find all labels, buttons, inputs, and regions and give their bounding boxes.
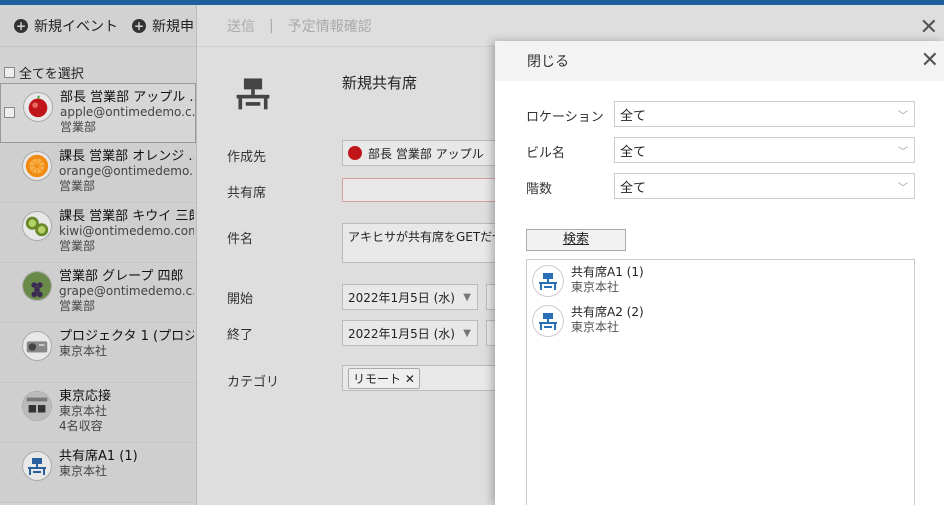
new-request-button[interactable]: + 新規申	[132, 16, 194, 36]
category-field[interactable]: リモート ✕	[342, 365, 502, 391]
item-name: プロジェクタ 1 (プロジ...	[59, 329, 194, 344]
apple-avatar	[348, 146, 362, 160]
seat-label: 共有席	[227, 186, 267, 201]
result-location: 東京本社	[571, 320, 620, 334]
close-link[interactable]: 閉じる	[527, 51, 569, 71]
item-location: 東京本社	[59, 404, 108, 418]
result-name: 共有席A1 (1)	[571, 265, 644, 279]
floor-value: 全て	[620, 180, 647, 196]
creator-label: 作成先	[227, 150, 267, 165]
schedule-check-tab[interactable]: 予定情報確認	[288, 16, 372, 36]
location-select[interactable]: 全て ﹀	[614, 101, 915, 127]
search-results-list: 共有席A1 (1) 東京本社 共有席A2 (2) 東京本社	[526, 259, 915, 505]
result-name: 共有席A2 (2)	[571, 305, 644, 319]
select-all-checkbox[interactable]	[4, 67, 15, 78]
subject-value: アキヒサが共有席をGETだぜ	[348, 230, 502, 244]
item-name: 共有席A1 (1)	[59, 449, 138, 464]
start-date-value: 2022年1月5日 (水)	[348, 290, 455, 305]
chevron-down-icon: ﹀	[898, 146, 908, 158]
list-item[interactable]: 部長 営業部 アップル ... apple@ontimedemo.c... 営業…	[0, 83, 196, 143]
item-name: 課長 営業部 オレンジ ...	[59, 149, 194, 164]
list-item[interactable]: 共有席A1 (1) 東京本社	[0, 443, 200, 503]
category-tag: リモート ✕	[348, 367, 420, 389]
list-item[interactable]: 課長 営業部 キウイ 三郎 kiwi@ontimedemo.com 営業部	[0, 203, 200, 263]
projector-avatar	[22, 331, 52, 361]
plus-icon: +	[132, 18, 146, 33]
item-name: 東京応接	[59, 389, 112, 404]
item-name: 課長 営業部 キウイ 三郎	[59, 209, 194, 224]
desk-icon	[233, 73, 273, 117]
orange-avatar	[22, 151, 52, 181]
apple-avatar	[23, 92, 53, 122]
floor-label: 階数	[526, 182, 553, 197]
close-icon[interactable]: ✕	[920, 15, 938, 40]
item-name: 営業部 グレープ 四郎	[59, 269, 184, 284]
item-capacity: 4名収容	[59, 419, 103, 433]
category-label: カテゴリ	[227, 375, 280, 390]
end-label: 終了	[227, 328, 254, 343]
desk-icon	[532, 305, 564, 337]
list-item[interactable]: プロジェクタ 1 (プロジ... 東京本社	[0, 323, 200, 383]
select-all-row[interactable]: 全てを選択	[0, 47, 200, 83]
creator-value: 部長 営業部 アップル	[368, 146, 484, 161]
list-item[interactable]: 共有席A1 (1) 東京本社	[527, 260, 914, 300]
search-button[interactable]: 検索	[526, 229, 626, 251]
chevron-down-icon: ﹀	[898, 182, 908, 194]
item-email: apple@ontimedemo.c...	[60, 105, 195, 119]
room-avatar	[22, 391, 52, 421]
location-label: ロケーション	[526, 110, 604, 125]
result-location: 東京本社	[571, 280, 620, 294]
list-item[interactable]: 課長 営業部 オレンジ ... orange@ontimedemo... 営業部	[0, 143, 200, 203]
remove-tag-icon[interactable]: ✕	[405, 372, 415, 386]
item-email: orange@ontimedemo...	[59, 164, 194, 178]
kiwi-avatar	[22, 211, 52, 241]
select-all-label: 全てを選択	[19, 67, 84, 82]
creator-field[interactable]: 部長 営業部 アップル	[342, 140, 502, 166]
new-request-label: 新規申	[152, 18, 194, 35]
subject-field[interactable]: アキヒサが共有席をGETだぜ	[342, 223, 502, 263]
item-dept: 営業部	[59, 299, 96, 313]
item-name: 部長 営業部 アップル ...	[60, 90, 195, 105]
floor-select[interactable]: 全て ﹀	[614, 173, 915, 199]
location-value: 全て	[620, 108, 647, 124]
item-location: 東京本社	[59, 464, 108, 478]
grape-avatar	[22, 271, 52, 301]
seat-search-panel: 閉じる ✕ ロケーション 全て ﹀ ビル名 全て ﹀ 階数 全て ﹀ 検索 共有…	[495, 41, 944, 505]
plus-icon: +	[14, 18, 28, 33]
send-tab[interactable]: 送信	[227, 16, 255, 36]
list-item[interactable]: 東京応接 東京本社 4名収容	[0, 383, 200, 443]
left-toolbar: + 新規イベント + 新規申	[0, 5, 200, 47]
new-event-label: 新規イベント	[34, 18, 118, 35]
desk-icon	[532, 265, 564, 297]
chevron-down-icon: ▼	[463, 291, 471, 303]
list-item[interactable]: 営業部 グレープ 四郎 grape@ontimedemo.c... 営業部	[0, 263, 200, 323]
chevron-down-icon: ﹀	[898, 110, 908, 122]
left-panel: + 新規イベント + 新規申 全てを選択 部長 営業部 アップル ... app…	[0, 5, 200, 505]
subject-label: 件名	[227, 232, 254, 247]
tab-separator: |	[269, 17, 274, 34]
item-location: 東京本社	[59, 344, 108, 358]
item-dept: 営業部	[59, 179, 96, 193]
item-dept: 営業部	[59, 239, 96, 253]
start-date-select[interactable]: 2022年1月5日 (水) ▼	[342, 284, 478, 310]
item-email: kiwi@ontimedemo.com	[59, 224, 194, 238]
panel-header: 閉じる	[495, 41, 944, 81]
new-event-button[interactable]: + 新規イベント	[14, 16, 118, 36]
end-date-select[interactable]: 2022年1月5日 (水) ▼	[342, 320, 478, 346]
building-value: 全て	[620, 144, 647, 160]
category-tag-label: リモート	[353, 371, 402, 386]
end-date-value: 2022年1月5日 (水)	[348, 326, 455, 341]
close-icon[interactable]: ✕	[921, 48, 939, 73]
dialog-title: 新規共有席	[342, 74, 418, 92]
seat-field[interactable]	[342, 178, 502, 202]
item-dept: 営業部	[60, 120, 97, 134]
building-select[interactable]: 全て ﹀	[614, 137, 915, 163]
start-label: 開始	[227, 292, 254, 307]
building-label: ビル名	[526, 146, 566, 161]
chevron-down-icon: ▼	[463, 327, 471, 339]
list-item[interactable]: 共有席A2 (2) 東京本社	[527, 300, 914, 340]
item-checkbox[interactable]	[4, 107, 15, 118]
desk-icon	[22, 451, 52, 481]
item-email: grape@ontimedemo.c...	[59, 284, 194, 298]
